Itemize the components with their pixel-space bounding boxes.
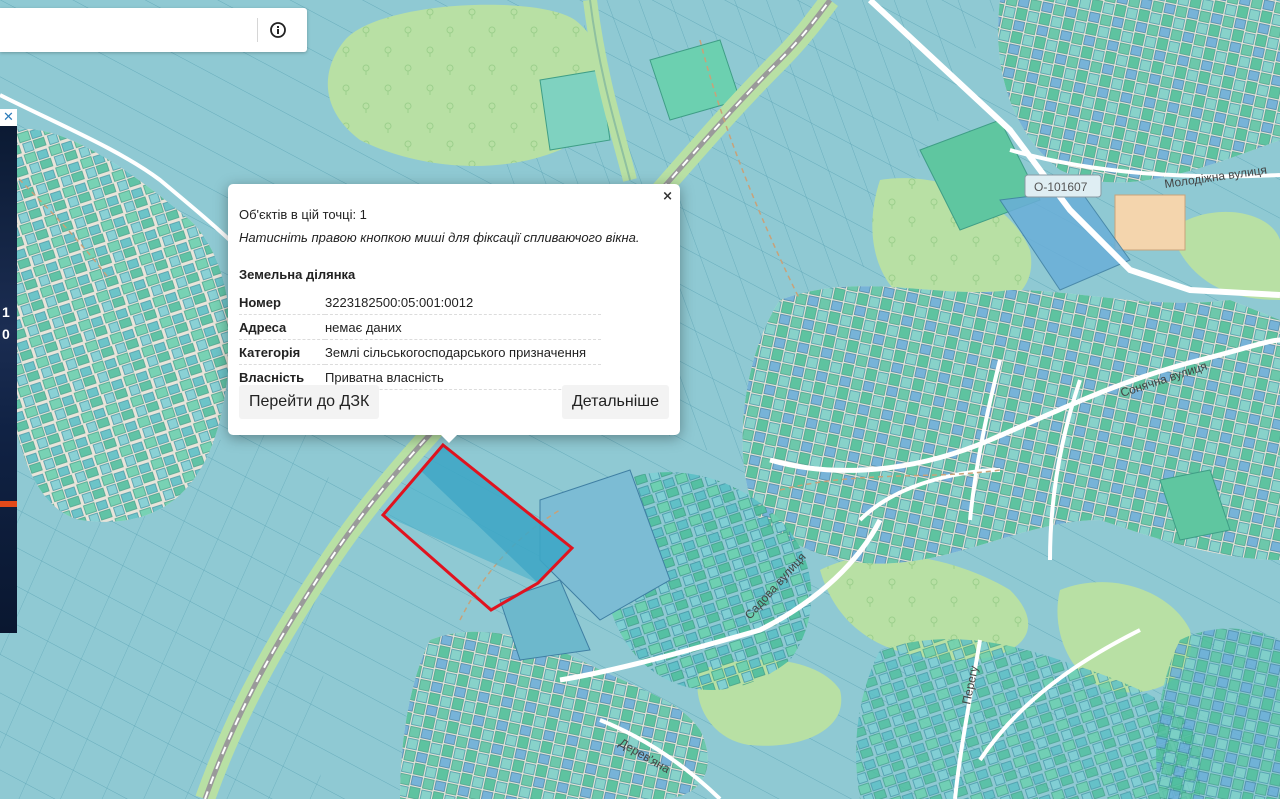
side-ad-banner[interactable]: 1 0 [0, 126, 17, 633]
parcel-popup: × Об'єктів в цій точці: 1 Натисніть прав… [228, 184, 680, 443]
row-value: Землі сільськогосподарського призначення [325, 339, 601, 365]
svg-text:О-101607: О-101607 [1034, 180, 1088, 194]
row-value: немає даних [325, 314, 601, 340]
popup-hint: Натисніть правою кнопкою миші для фіксац… [239, 230, 640, 245]
ad-stripe [0, 501, 17, 507]
row-key: Адреса [239, 314, 325, 340]
go-to-dzk-button[interactable]: Перейти до ДЗК [239, 385, 380, 419]
search-bar[interactable] [0, 8, 307, 52]
table-row: Адреса немає даних [239, 314, 601, 340]
row-key: Номер [239, 290, 325, 315]
details-button[interactable]: Детальніше [561, 385, 669, 419]
ad-text: 0 [2, 326, 10, 342]
parcel-title: Земельна ділянка [239, 267, 356, 282]
parcel-info-table: Номер 3223182500:05:001:0012 Адреса немає … [239, 290, 601, 390]
ad-text: 1 [2, 304, 10, 320]
table-row: Категорія Землі сільськогосподарського пр… [239, 339, 601, 365]
ad-close-icon[interactable]: ✕ [0, 109, 17, 126]
objects-count: Об'єктів в цій точці: 1 [239, 207, 367, 222]
search-divider [257, 18, 258, 42]
row-value: 3223182500:05:001:0012 [325, 290, 601, 315]
close-icon[interactable]: × [662, 189, 673, 204]
row-key: Категорія [239, 339, 325, 365]
info-icon[interactable] [268, 20, 288, 40]
table-row: Номер 3223182500:05:001:0012 [239, 290, 601, 315]
road-label-highway: О-101607 [1024, 174, 1102, 198]
